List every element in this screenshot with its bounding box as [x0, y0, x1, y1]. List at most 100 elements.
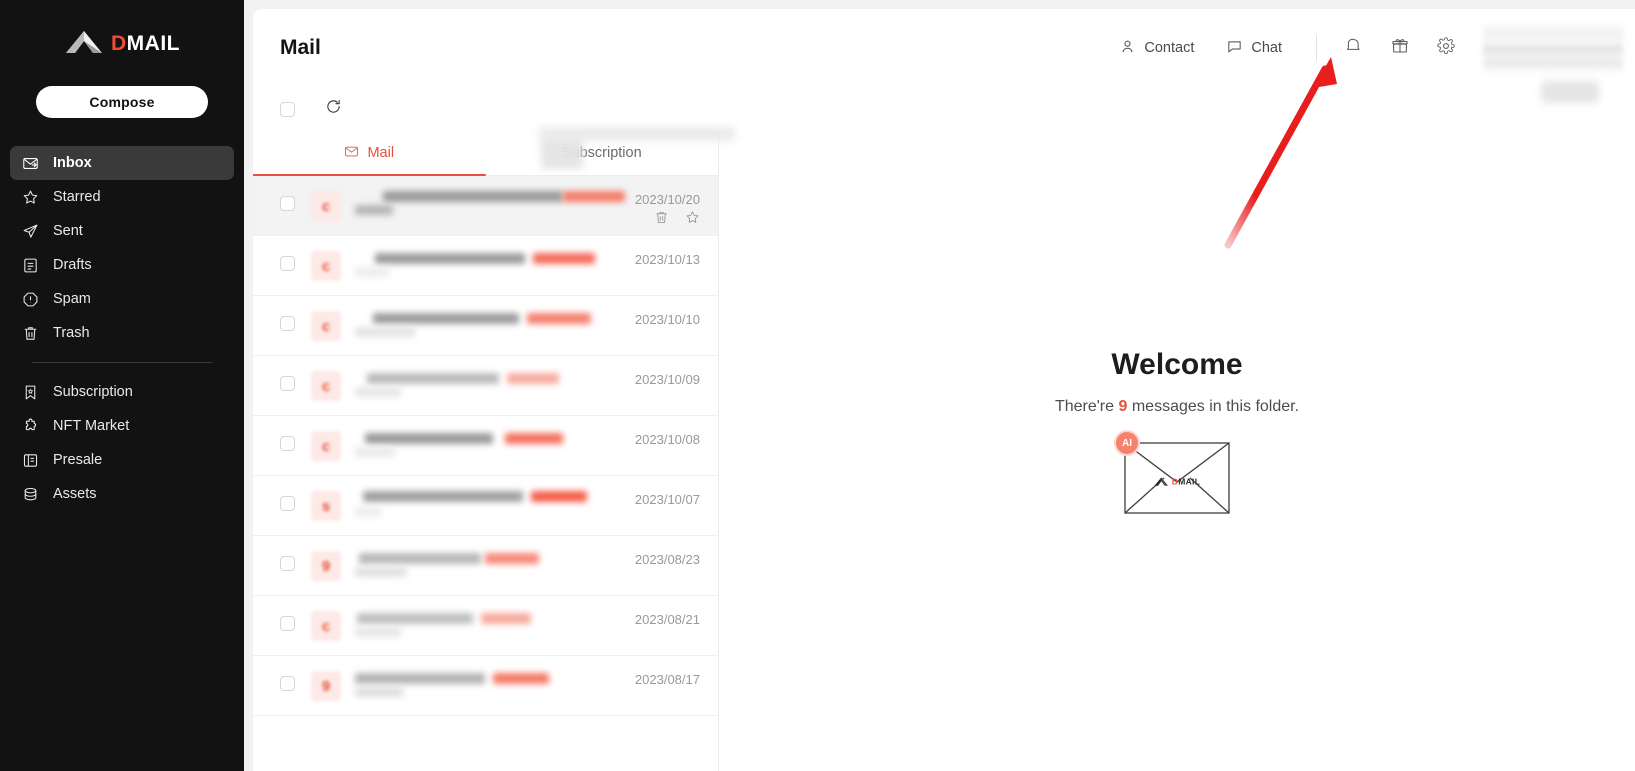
dmail-chevron-small-icon: [1154, 476, 1169, 487]
mail-row-date: 2023/10/07: [622, 489, 700, 507]
notifications-button[interactable]: [1331, 28, 1377, 68]
sidebar-item-inbox[interactable]: Inbox: [10, 146, 234, 180]
chat-link[interactable]: Chat: [1210, 38, 1298, 59]
sidebar-item-presale[interactable]: Presale: [10, 443, 234, 477]
mail-row[interactable]: c2023/10/20: [253, 176, 718, 236]
mail-row-checkbox[interactable]: [280, 616, 295, 631]
chat-label: Chat: [1251, 40, 1282, 56]
sender-avatar: s: [311, 491, 341, 521]
mail-row-meta: 2023/10/07: [612, 489, 700, 507]
mail-row[interactable]: 92023/08/23: [253, 536, 718, 596]
gift-button[interactable]: [1377, 28, 1423, 68]
alert-octagon-icon: [22, 291, 39, 308]
mail-row[interactable]: c 2023/08/21: [253, 596, 718, 656]
mail-row-meta: 2023/10/13: [612, 249, 700, 267]
chat-bubble-icon: [1226, 38, 1243, 59]
mail-row-checkbox[interactable]: [280, 196, 295, 211]
user-account-menu[interactable]: [1483, 22, 1623, 74]
sidebar-item-starred[interactable]: Starred: [10, 180, 234, 214]
redaction-blur: [507, 373, 559, 384]
mail-row-meta: 2023/08/21: [612, 609, 700, 627]
sidebar-item-label: Starred: [53, 189, 101, 205]
redaction-blur: [355, 387, 401, 397]
user-secondary-blur: [1541, 81, 1599, 103]
mail-row-date: 2023/10/10: [622, 309, 700, 327]
redaction-blur: [527, 313, 591, 324]
mail-row[interactable]: c2023/10/10: [253, 296, 718, 356]
compose-button[interactable]: Compose: [36, 86, 208, 118]
app-logo: D MAIL: [0, 18, 244, 68]
sidebar-item-drafts[interactable]: Drafts: [10, 248, 234, 282]
redaction-blur: [355, 627, 401, 637]
mail-row-checkbox[interactable]: [280, 436, 295, 451]
mail-row-checkbox[interactable]: [280, 676, 295, 691]
mail-row-meta: 2023/10/10: [612, 309, 700, 327]
sender-avatar: c: [311, 431, 341, 461]
mail-row-meta: 2023/10/08: [612, 429, 700, 447]
bookmark-star-icon: [22, 384, 39, 401]
redaction-blur: [355, 673, 485, 684]
sidebar-item-spam[interactable]: Spam: [10, 282, 234, 316]
sidebar: D MAIL Compose Inbox Starred: [0, 0, 244, 771]
panel-icon: [22, 452, 39, 469]
mail-row-checkbox[interactable]: [280, 256, 295, 271]
mail-list[interactable]: c2023/10/20c2023/10/13c2023/10/10c2023/1…: [253, 176, 718, 771]
sidebar-item-label: Presale: [53, 452, 102, 468]
sidebar-item-label: Inbox: [53, 155, 92, 171]
sidebar-item-trash[interactable]: Trash: [10, 316, 234, 350]
mail-row[interactable]: c 2023/10/08: [253, 416, 718, 476]
redaction-blur: [367, 373, 499, 384]
mail-row[interactable]: c2023/10/13: [253, 236, 718, 296]
logo-wordmark: D MAIL: [111, 33, 180, 54]
sender-avatar: 9: [311, 671, 341, 701]
sidebar-item-label: Sent: [53, 223, 83, 239]
star-icon[interactable]: [685, 210, 700, 230]
redaction-blur: [531, 491, 587, 502]
sidebar-item-subscription[interactable]: Subscription: [10, 375, 234, 409]
sidebar-item-label: Assets: [53, 486, 97, 502]
mail-row-checkbox[interactable]: [280, 376, 295, 391]
mail-row-subject-redacted: [355, 249, 612, 291]
mail-row-checkbox[interactable]: [280, 496, 295, 511]
dmail-chevron-logo-icon: [64, 29, 104, 57]
refresh-icon: [325, 98, 342, 120]
refresh-button[interactable]: [323, 99, 343, 119]
sidebar-item-nft-market[interactable]: NFT Market: [10, 409, 234, 443]
mail-row-date: 2023/10/09: [622, 369, 700, 387]
mail-row-date: 2023/08/23: [622, 549, 700, 567]
tab-mail[interactable]: Mail: [253, 131, 486, 175]
settings-button[interactable]: [1423, 28, 1469, 68]
redaction-blur: [505, 433, 563, 444]
logo-letter-d: D: [111, 33, 127, 54]
sidebar-item-assets[interactable]: Assets: [10, 477, 234, 511]
mail-row[interactable]: 9 2023/08/17: [253, 656, 718, 716]
mail-row-checkbox[interactable]: [280, 316, 295, 331]
sidebar-nav: Inbox Starred Sent Drafts: [0, 146, 244, 511]
inbox-envelope-icon: [22, 155, 39, 172]
mail-row-meta: 2023/08/23: [612, 549, 700, 567]
mail-row-subject-redacted: [355, 609, 612, 651]
mail-row-subject-redacted: [355, 309, 612, 351]
header-actions: Contact Chat: [1103, 9, 1635, 87]
redaction-blur: [373, 313, 519, 324]
redaction-blur: [355, 267, 389, 277]
list-tabs: Mail Subscription: [253, 131, 718, 176]
contact-label: Contact: [1144, 40, 1194, 56]
mail-row-date: 2023/08/17: [622, 669, 700, 687]
redaction-blur: [533, 253, 595, 264]
trash-icon[interactable]: [654, 210, 669, 230]
document-icon: [22, 257, 39, 274]
mail-row-checkbox[interactable]: [280, 556, 295, 571]
mail-row-meta: 2023/10/20: [612, 189, 700, 230]
contact-link[interactable]: Contact: [1103, 38, 1210, 59]
redaction-blur: [359, 553, 481, 564]
trash-icon: [22, 325, 39, 342]
logo-word-mail: MAIL: [127, 33, 180, 54]
sender-avatar: c: [311, 611, 341, 641]
person-icon: [1119, 38, 1136, 59]
mail-row[interactable]: c2023/10/09: [253, 356, 718, 416]
select-all-checkbox[interactable]: [280, 102, 295, 117]
sidebar-item-label: Spam: [53, 291, 91, 307]
mail-row[interactable]: s 2023/10/07: [253, 476, 718, 536]
sidebar-item-sent[interactable]: Sent: [10, 214, 234, 248]
